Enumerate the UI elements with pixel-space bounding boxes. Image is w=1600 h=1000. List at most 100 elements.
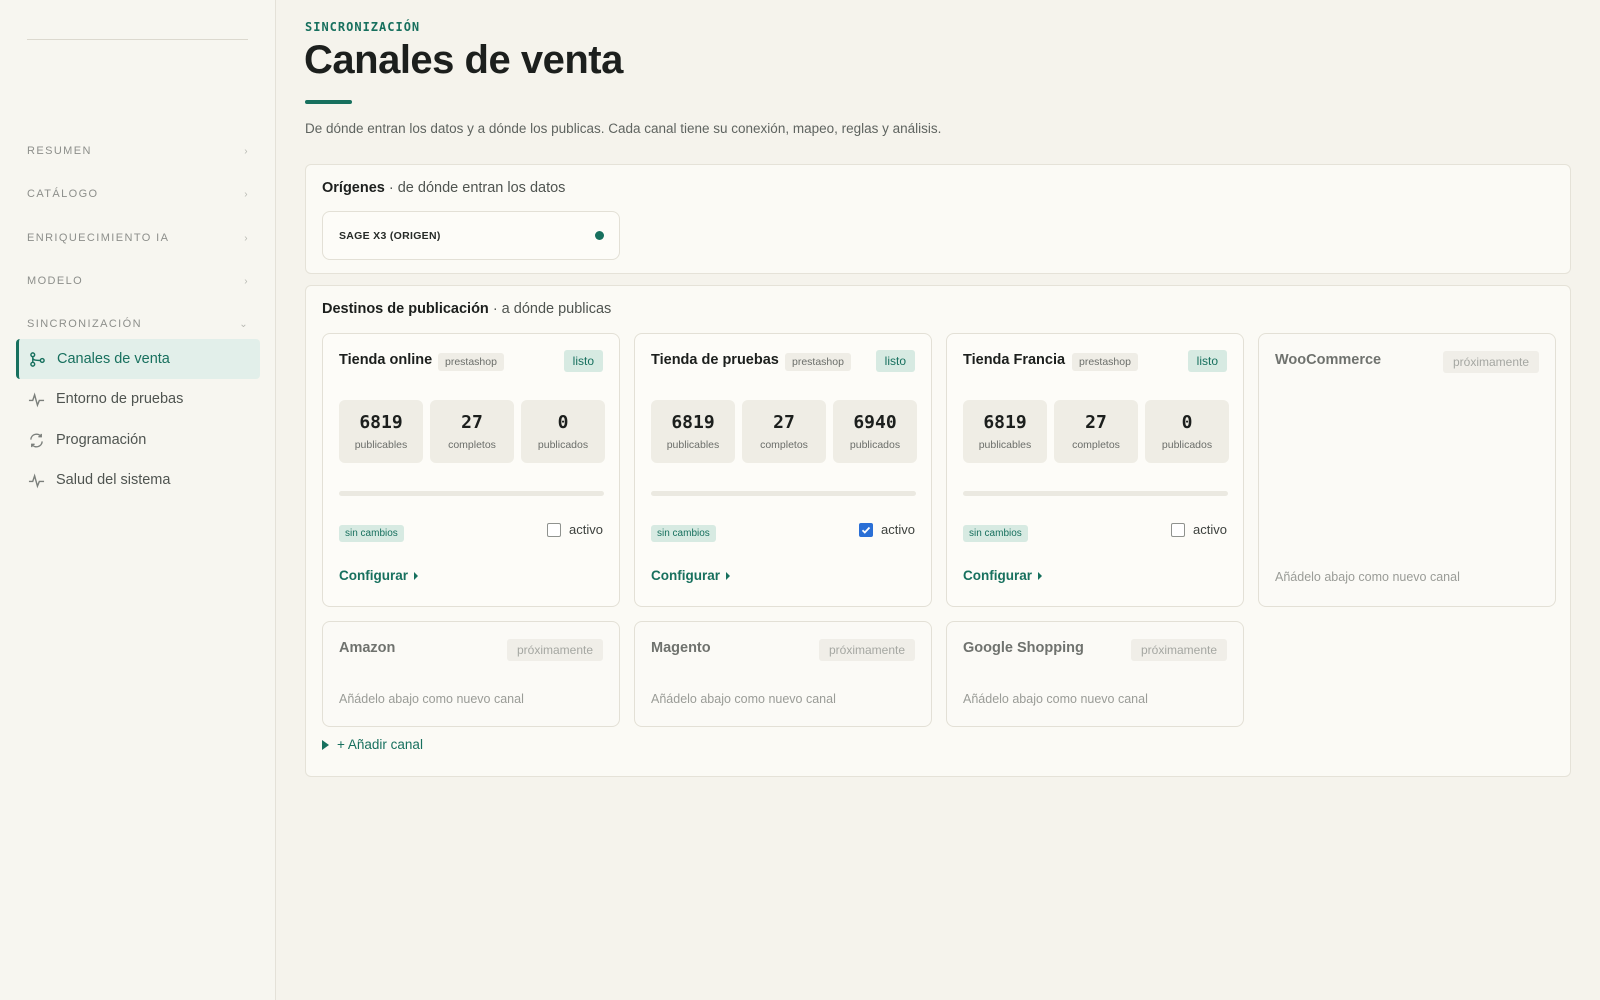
active-checkbox[interactable]: activo — [859, 522, 915, 537]
stat-publicados: 0 publicados — [1145, 400, 1229, 463]
stat-value: 6940 — [853, 412, 897, 433]
progress-bar — [963, 491, 1228, 496]
active-checkbox[interactable]: activo — [547, 522, 603, 537]
add-channel-button[interactable]: + Añadir canal — [322, 737, 423, 752]
stats-row: 6819 publicables 27 completos 0 publicados — [339, 400, 605, 463]
channel-name: Magento — [651, 640, 711, 656]
stat-label: publicados — [1161, 439, 1213, 451]
configure-link[interactable]: Configurar — [963, 568, 1042, 583]
stat-value: 6819 — [359, 412, 403, 433]
active-label: activo — [881, 522, 915, 537]
origins-heading: Orígenes · de dónde entran los datos — [322, 180, 565, 196]
stat-value: 27 — [461, 412, 483, 433]
channel-hint: Añádelo abajo como nuevo canal — [339, 692, 524, 706]
sidebar-item-salud-del-sistema[interactable]: Salud del sistema — [16, 460, 260, 500]
chevron-right-icon: › — [244, 188, 249, 200]
origin-card-sage-x3[interactable]: SAGE X3 (ORIGEN) — [322, 211, 620, 260]
origins-panel: Orígenes · de dónde entran los datos SAG… — [305, 164, 1571, 274]
stat-completos: 27 completos — [742, 400, 826, 463]
stat-label: completos — [760, 439, 808, 451]
sidebar-item-programacion[interactable]: Programación — [16, 420, 260, 460]
channel-hint: Añádelo abajo como nuevo canal — [1275, 570, 1460, 584]
channel-name: Tienda Francia — [963, 352, 1066, 368]
nav-section-label: SINCRONIZACIÓN — [27, 318, 142, 330]
stat-completos: 27 completos — [430, 400, 514, 463]
caret-right-icon — [414, 571, 418, 580]
branch-icon — [28, 350, 46, 368]
stat-label: publicados — [849, 439, 901, 451]
sidebar-item-label: Salud del sistema — [56, 472, 171, 488]
page-subtitle: De dónde entran los datos y a dónde los … — [305, 121, 942, 136]
nav-section-label: CATÁLOGO — [27, 188, 99, 200]
progress-bar — [339, 491, 604, 496]
channel-hint: Añádelo abajo como nuevo canal — [651, 692, 836, 706]
configure-link[interactable]: Configurar — [339, 568, 418, 583]
platform-tag: prestashop — [1072, 353, 1138, 371]
chevron-right-icon: › — [244, 232, 249, 244]
caret-right-icon — [726, 571, 730, 580]
stat-completos: 27 completos — [1054, 400, 1138, 463]
title-accent-rule — [305, 100, 352, 104]
destinations-title: Destinos de publicación — [322, 301, 489, 317]
stat-label: publicables — [354, 439, 408, 451]
coming-soon-tag: próximamente — [1130, 639, 1227, 661]
active-checkbox[interactable]: activo — [1171, 522, 1227, 537]
sidebar-item-canales-de-venta[interactable]: Canales de venta — [16, 339, 260, 379]
channel-name: WooCommerce — [1275, 352, 1382, 368]
sidebar: RESUMEN › CATÁLOGO › ENRIQUECIMIENTO IA … — [0, 0, 276, 1000]
stat-publicados: 0 publicados — [521, 400, 605, 463]
checkbox-icon[interactable] — [1171, 522, 1186, 537]
sync-status-badge: sin cambios — [339, 525, 404, 542]
sidebar-divider — [27, 39, 248, 40]
stat-value: 6819 — [671, 412, 715, 433]
nav-section-catalogo[interactable]: CATÁLOGO › — [27, 184, 249, 204]
stat-label: publicables — [978, 439, 1032, 451]
stats-row: 6819 publicables 27 completos 6940 publicad… — [651, 400, 917, 463]
stat-value: 6819 — [983, 412, 1027, 433]
nav-section-modelo[interactable]: MODELO › — [27, 271, 249, 291]
stat-publicables: 6819 publicables — [339, 400, 423, 463]
stat-value: 27 — [773, 412, 795, 433]
origins-subtitle: · de dónde entran los datos — [388, 180, 566, 196]
nav-section-sincronizacion[interactable]: SINCRONIZACIÓN ⌄ — [27, 314, 249, 334]
checkbox-checked-icon[interactable] — [859, 522, 874, 537]
coming-soon-tag: próximamente — [506, 639, 603, 661]
nav-section-resumen[interactable]: RESUMEN › — [27, 141, 249, 161]
platform-tag: prestashop — [438, 353, 504, 371]
stat-label: publicables — [666, 439, 720, 451]
sync-status-badge: sin cambios — [651, 525, 716, 542]
channel-card-tienda-francia: Tienda Francia prestashop listo 6819 publ… — [946, 333, 1244, 607]
configure-label: Configurar — [651, 568, 720, 583]
chevron-down-icon: ⌄ — [239, 318, 249, 330]
active-label: activo — [1193, 522, 1227, 537]
chevron-right-icon: › — [244, 145, 249, 157]
page-eyebrow: SINCRONIZACIÓN — [305, 20, 421, 34]
chevron-right-icon: › — [244, 275, 249, 287]
channel-name: Amazon — [339, 640, 396, 656]
progress-bar — [651, 491, 916, 496]
channel-card-tienda-online: Tienda online prestashop listo 6819 publi… — [322, 333, 620, 607]
sidebar-item-entorno-de-pruebas[interactable]: Entorno de pruebas — [16, 379, 260, 419]
stat-label: completos — [448, 439, 496, 451]
checkbox-icon[interactable] — [547, 522, 562, 537]
nav-section-label: ENRIQUECIMIENTO IA — [27, 232, 170, 244]
refresh-icon — [27, 431, 45, 449]
channel-name: Tienda online — [339, 352, 433, 368]
channel-hint: Añádelo abajo como nuevo canal — [963, 692, 1148, 706]
channel-card-tienda-de-pruebas: Tienda de pruebas prestashop listo 6819 p… — [634, 333, 932, 607]
stats-row: 6819 publicables 27 completos 0 publicados — [963, 400, 1229, 463]
active-label: activo — [569, 522, 603, 537]
configure-link[interactable]: Configurar — [651, 568, 730, 583]
stat-publicados: 6940 publicados — [833, 400, 917, 463]
channel-card-woocommerce: WooCommerce próximamente Añádelo abajo c… — [1258, 333, 1556, 607]
status-badge: listo — [875, 350, 915, 372]
channel-card-magento: Magento próximamente Añádelo abajo como … — [634, 621, 932, 727]
destinations-subtitle: · a dónde publicas — [492, 301, 612, 317]
channel-card-google-shopping: Google Shopping próximamente Añádelo aba… — [946, 621, 1244, 727]
configure-label: Configurar — [963, 568, 1032, 583]
stat-publicables: 6819 publicables — [963, 400, 1047, 463]
nav-section-enriquecimiento[interactable]: ENRIQUECIMIENTO IA › — [27, 228, 249, 248]
sync-status-badge: sin cambios — [963, 525, 1028, 542]
stat-value: 0 — [1181, 412, 1193, 433]
stat-value: 27 — [1085, 412, 1107, 433]
